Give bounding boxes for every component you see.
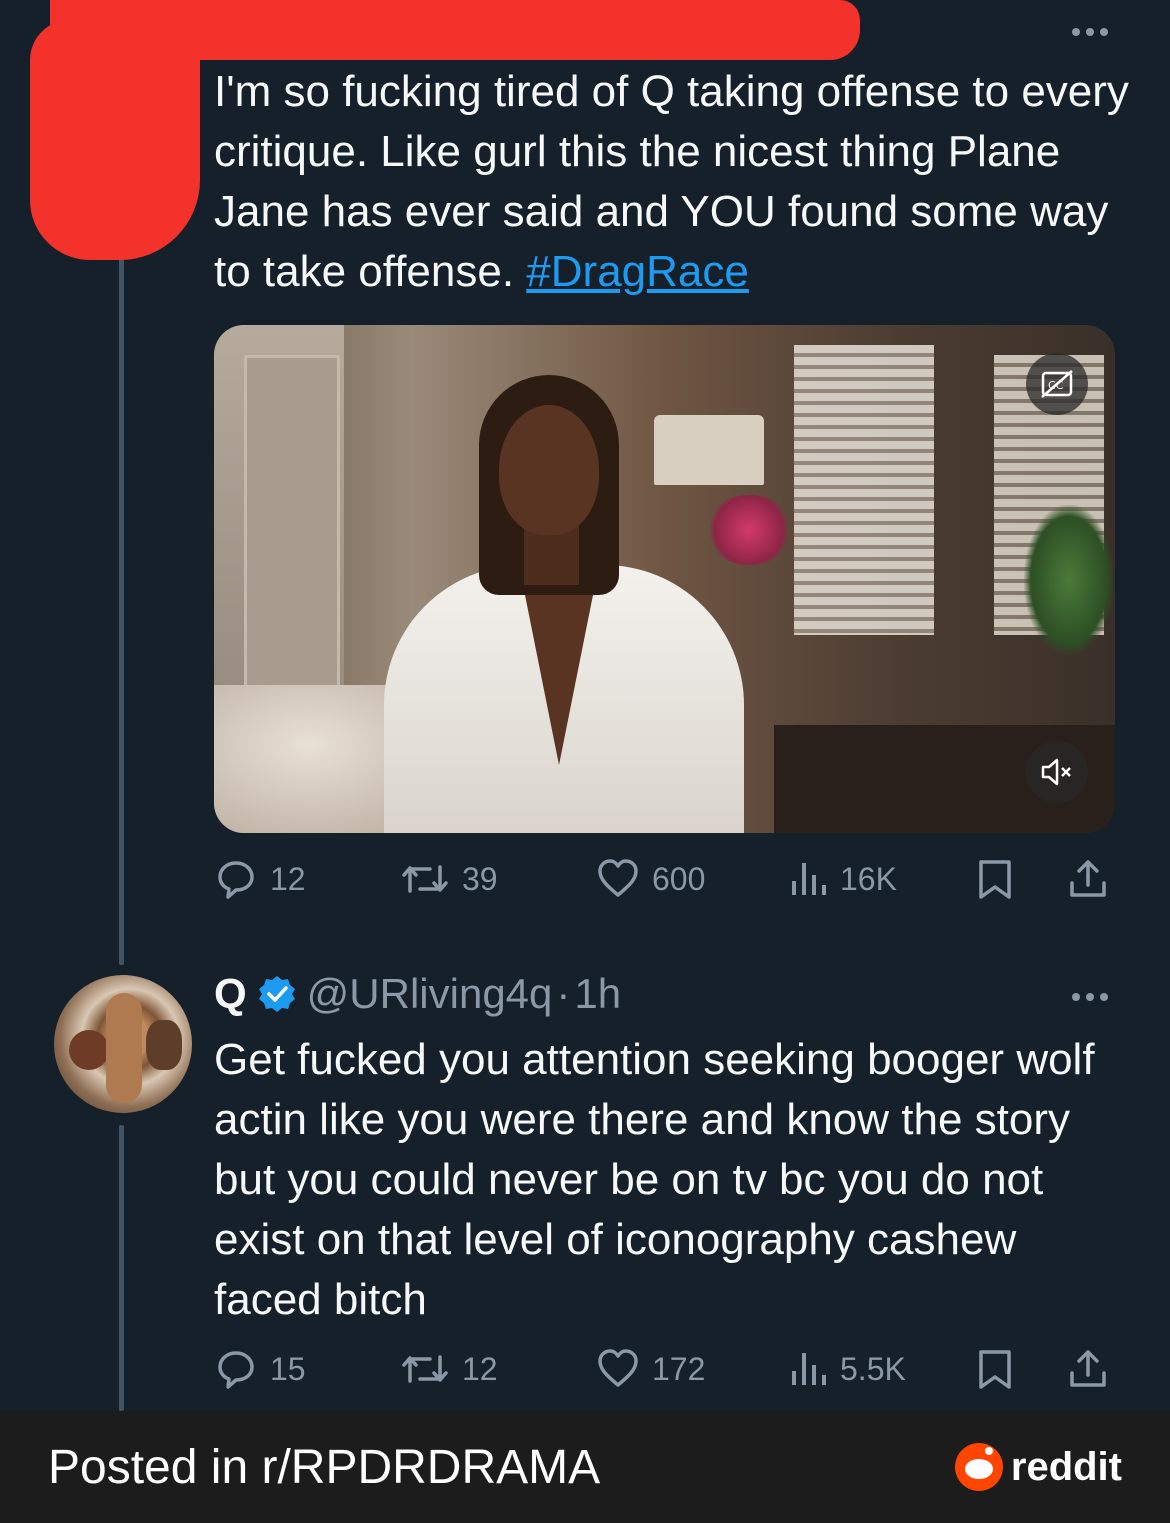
reply-button[interactable]: 15 <box>214 1347 306 1391</box>
avatar-art-3 <box>146 1020 182 1070</box>
reply-tweet-actions: 15 12 172 5.5K <box>214 1347 1114 1397</box>
timestamp[interactable]: 1h <box>574 970 621 1018</box>
heart-icon <box>598 859 638 897</box>
thread-line-bottom <box>119 1125 124 1411</box>
avatar[interactable] <box>54 975 192 1113</box>
reddit-footer: Posted in r/RPDRDRAMA reddit <box>0 1411 1170 1523</box>
separator-dot: · <box>556 970 571 1017</box>
like-button[interactable]: 600 <box>596 857 705 901</box>
share-icon <box>1070 860 1106 897</box>
like-count: 600 <box>652 860 706 897</box>
views-count: 16K <box>840 860 897 897</box>
posted-in-label: Posted in r/RPDRDRAMA <box>48 1440 601 1494</box>
reddit-snoo-icon <box>954 1443 1003 1491</box>
display-name[interactable]: Q <box>214 970 247 1018</box>
views-icon <box>792 863 826 895</box>
reply-icon <box>218 1351 254 1389</box>
bookmark-icon <box>979 860 1011 899</box>
reddit-wordmark: reddit <box>1010 1444 1122 1489</box>
retweet-count: 39 <box>462 860 498 897</box>
reply-text: Get fucked you attention seeking booger … <box>214 1035 1095 1324</box>
captions-off-icon[interactable]: CC <box>1026 353 1088 415</box>
video-subject-face <box>499 405 599 535</box>
views-icon <box>792 1353 826 1385</box>
heart-icon <box>598 1349 638 1387</box>
reddit-logo: reddit <box>954 1443 1122 1491</box>
retweet-button[interactable]: 12 <box>400 1347 498 1391</box>
views-button[interactable]: 5.5K <box>788 1347 906 1391</box>
more-options-icon-reply[interactable] <box>1072 993 1108 1001</box>
tweet-text: I'm so fucking tired of Q taking offense… <box>214 62 1134 302</box>
verified-badge-icon <box>258 976 295 1012</box>
views-button[interactable]: 16K <box>788 857 897 901</box>
reply-button[interactable]: 12 <box>214 857 306 901</box>
avatar-art-1 <box>69 1030 109 1070</box>
tweet-actions: 12 39 600 16K <box>214 857 1114 907</box>
tweet-video[interactable]: CC <box>214 325 1115 833</box>
thread-line-top <box>119 150 124 965</box>
reply-icon <box>218 861 254 899</box>
retweet-count: 12 <box>462 1350 498 1387</box>
retweet-icon <box>402 865 448 893</box>
views-count: 5.5K <box>840 1350 906 1387</box>
retweet-button[interactable]: 39 <box>400 857 498 901</box>
bookmark-button[interactable] <box>976 1347 1014 1391</box>
more-options-icon[interactable] <box>1072 28 1108 36</box>
avatar-art-2 <box>106 993 142 1103</box>
video-scene-plant <box>1024 505 1114 655</box>
reply-header: Q @URliving4q · 1h <box>214 970 621 1018</box>
mute-icon[interactable] <box>1026 741 1088 803</box>
like-count: 172 <box>652 1350 706 1387</box>
video-scene-door <box>244 355 340 691</box>
bookmark-button[interactable] <box>976 857 1014 901</box>
bookmark-icon <box>979 1350 1011 1389</box>
share-icon <box>1070 1350 1106 1387</box>
share-button[interactable] <box>1066 1347 1110 1391</box>
retweet-icon <box>402 1355 448 1383</box>
user-handle[interactable]: @URliving4q <box>307 970 553 1018</box>
hashtag-link[interactable]: #DragRace <box>526 247 749 296</box>
reply-count: 12 <box>270 860 306 897</box>
video-scene-blinds <box>794 345 934 635</box>
video-subject <box>384 365 744 833</box>
redaction-scribble-side <box>30 20 200 260</box>
reply-count: 15 <box>270 1350 306 1387</box>
like-button[interactable]: 172 <box>596 1347 705 1391</box>
share-button[interactable] <box>1066 857 1110 901</box>
